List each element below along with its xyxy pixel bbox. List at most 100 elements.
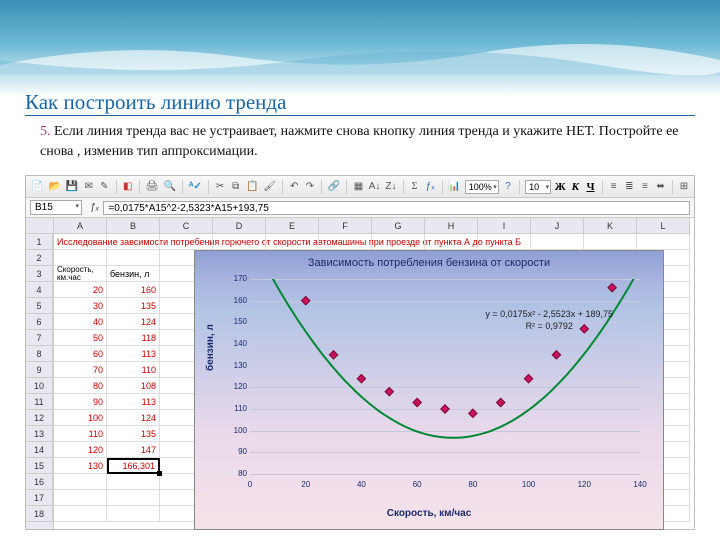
paste-icon[interactable]: 📋 [245,179,259,195]
row-header[interactable]: 4 [26,282,53,298]
column-header[interactable]: B [107,218,160,234]
table-icon[interactable]: ▦ [352,179,365,195]
row-header[interactable]: 18 [26,506,53,522]
underline-button[interactable]: Ч [584,181,596,193]
cell[interactable] [54,250,107,266]
cell[interactable]: 135 [107,298,160,314]
row-header[interactable]: 2 [26,250,53,266]
cell[interactable] [372,234,425,250]
cut-icon[interactable]: ✂ [214,179,227,195]
copy-icon[interactable]: ⧉ [229,179,242,195]
print-icon[interactable]: 🖨 [145,179,160,195]
cell[interactable]: 50 [54,330,107,346]
cell[interactable] [107,506,160,522]
bold-button[interactable]: Ж [554,181,566,193]
cell[interactable]: 130 [54,458,107,474]
cell[interactable]: бензин, л [107,266,160,282]
cell[interactable]: 100 [54,410,107,426]
link-icon[interactable]: 🔗 [327,179,341,195]
sort-desc-icon[interactable]: Z↓ [384,179,397,195]
column-header[interactable]: D [213,218,266,234]
undo-icon[interactable]: ↶ [288,179,301,195]
currency-icon[interactable]: ⊞ [678,179,691,195]
cell[interactable] [425,234,478,250]
cell[interactable] [54,490,107,506]
cell[interactable] [584,234,637,250]
align-left-icon[interactable]: ≡ [607,179,620,195]
column-header[interactable]: A [54,218,107,234]
edit-icon[interactable]: ✎ [98,179,111,195]
select-all-corner[interactable] [26,218,54,234]
row-header[interactable]: 1 [26,234,53,250]
row-header[interactable]: 10 [26,378,53,394]
cell[interactable]: 147 [107,442,160,458]
column-header[interactable]: L [637,218,690,234]
row-header[interactable]: 8 [26,346,53,362]
cell[interactable]: 40 [54,314,107,330]
cell[interactable] [107,250,160,266]
sum-icon[interactable]: Σ [408,179,421,195]
new-icon[interactable]: 📄 [30,179,44,195]
help-icon[interactable]: ? [502,179,515,195]
row-header[interactable]: 13 [26,426,53,442]
row-header[interactable]: 17 [26,490,53,506]
cell[interactable]: Скорость,км.час [54,266,107,282]
cell[interactable] [319,234,372,250]
row-header[interactable]: 7 [26,330,53,346]
cell[interactable]: 166,301 [107,458,160,474]
column-header[interactable]: J [531,218,584,234]
redo-icon[interactable]: ↷ [304,179,317,195]
cell[interactable]: 113 [107,394,160,410]
embedded-chart[interactable]: Зависимость потребления бензина от скоро… [194,250,664,530]
cell[interactable] [160,234,213,250]
cell[interactable]: 60 [54,346,107,362]
preview-icon[interactable]: 🔍 [162,179,176,195]
row-header[interactable]: 5 [26,298,53,314]
cell[interactable] [637,234,690,250]
row-header[interactable]: 15 [26,458,53,474]
cell[interactable]: 118 [107,330,160,346]
cell[interactable] [478,234,531,250]
row-header[interactable]: 11 [26,394,53,410]
cell[interactable] [54,474,107,490]
cell[interactable]: 20 [54,282,107,298]
cell[interactable] [107,234,160,250]
align-center-icon[interactable]: ≣ [623,179,636,195]
cell[interactable] [107,474,160,490]
cell[interactable]: 124 [107,410,160,426]
cell[interactable]: 124 [107,314,160,330]
cell[interactable]: 30 [54,298,107,314]
fontsize-select[interactable]: 10 [525,180,551,194]
sort-asc-icon[interactable]: A↓ [368,179,382,195]
column-header[interactable]: C [160,218,213,234]
cell[interactable]: 108 [107,378,160,394]
cell[interactable]: 110 [54,426,107,442]
chart-icon[interactable]: 📊 [447,179,461,195]
zoom-select[interactable]: 100% [465,180,499,194]
row-header[interactable]: 6 [26,314,53,330]
row-header[interactable]: 14 [26,442,53,458]
cell[interactable]: 135 [107,426,160,442]
italic-button[interactable]: К [569,181,581,193]
cell[interactable]: 80 [54,378,107,394]
column-header[interactable]: K [584,218,637,234]
column-header[interactable]: F [319,218,372,234]
spell-icon[interactable]: ᴬ✓ [188,179,203,195]
row-header[interactable]: 12 [26,410,53,426]
name-box[interactable]: B15 [30,200,82,215]
formula-input[interactable]: =0,0175*A15^2-2,5323*A15+193,75 [103,201,690,215]
fx-icon[interactable]: ƒₓ [424,179,437,195]
brush-icon[interactable]: 🖌 [262,179,277,195]
row-header[interactable]: 3 [26,266,53,282]
cell[interactable]: 110 [107,362,160,378]
row-header[interactable]: 9 [26,362,53,378]
cell[interactable]: 90 [54,394,107,410]
mail-icon[interactable]: ✉ [82,179,95,195]
cell[interactable]: 113 [107,346,160,362]
align-right-icon[interactable]: ≡ [639,179,652,195]
cell[interactable] [266,234,319,250]
column-header[interactable]: I [478,218,531,234]
column-header[interactable]: G [372,218,425,234]
cell[interactable] [54,506,107,522]
cell[interactable]: 160 [107,282,160,298]
